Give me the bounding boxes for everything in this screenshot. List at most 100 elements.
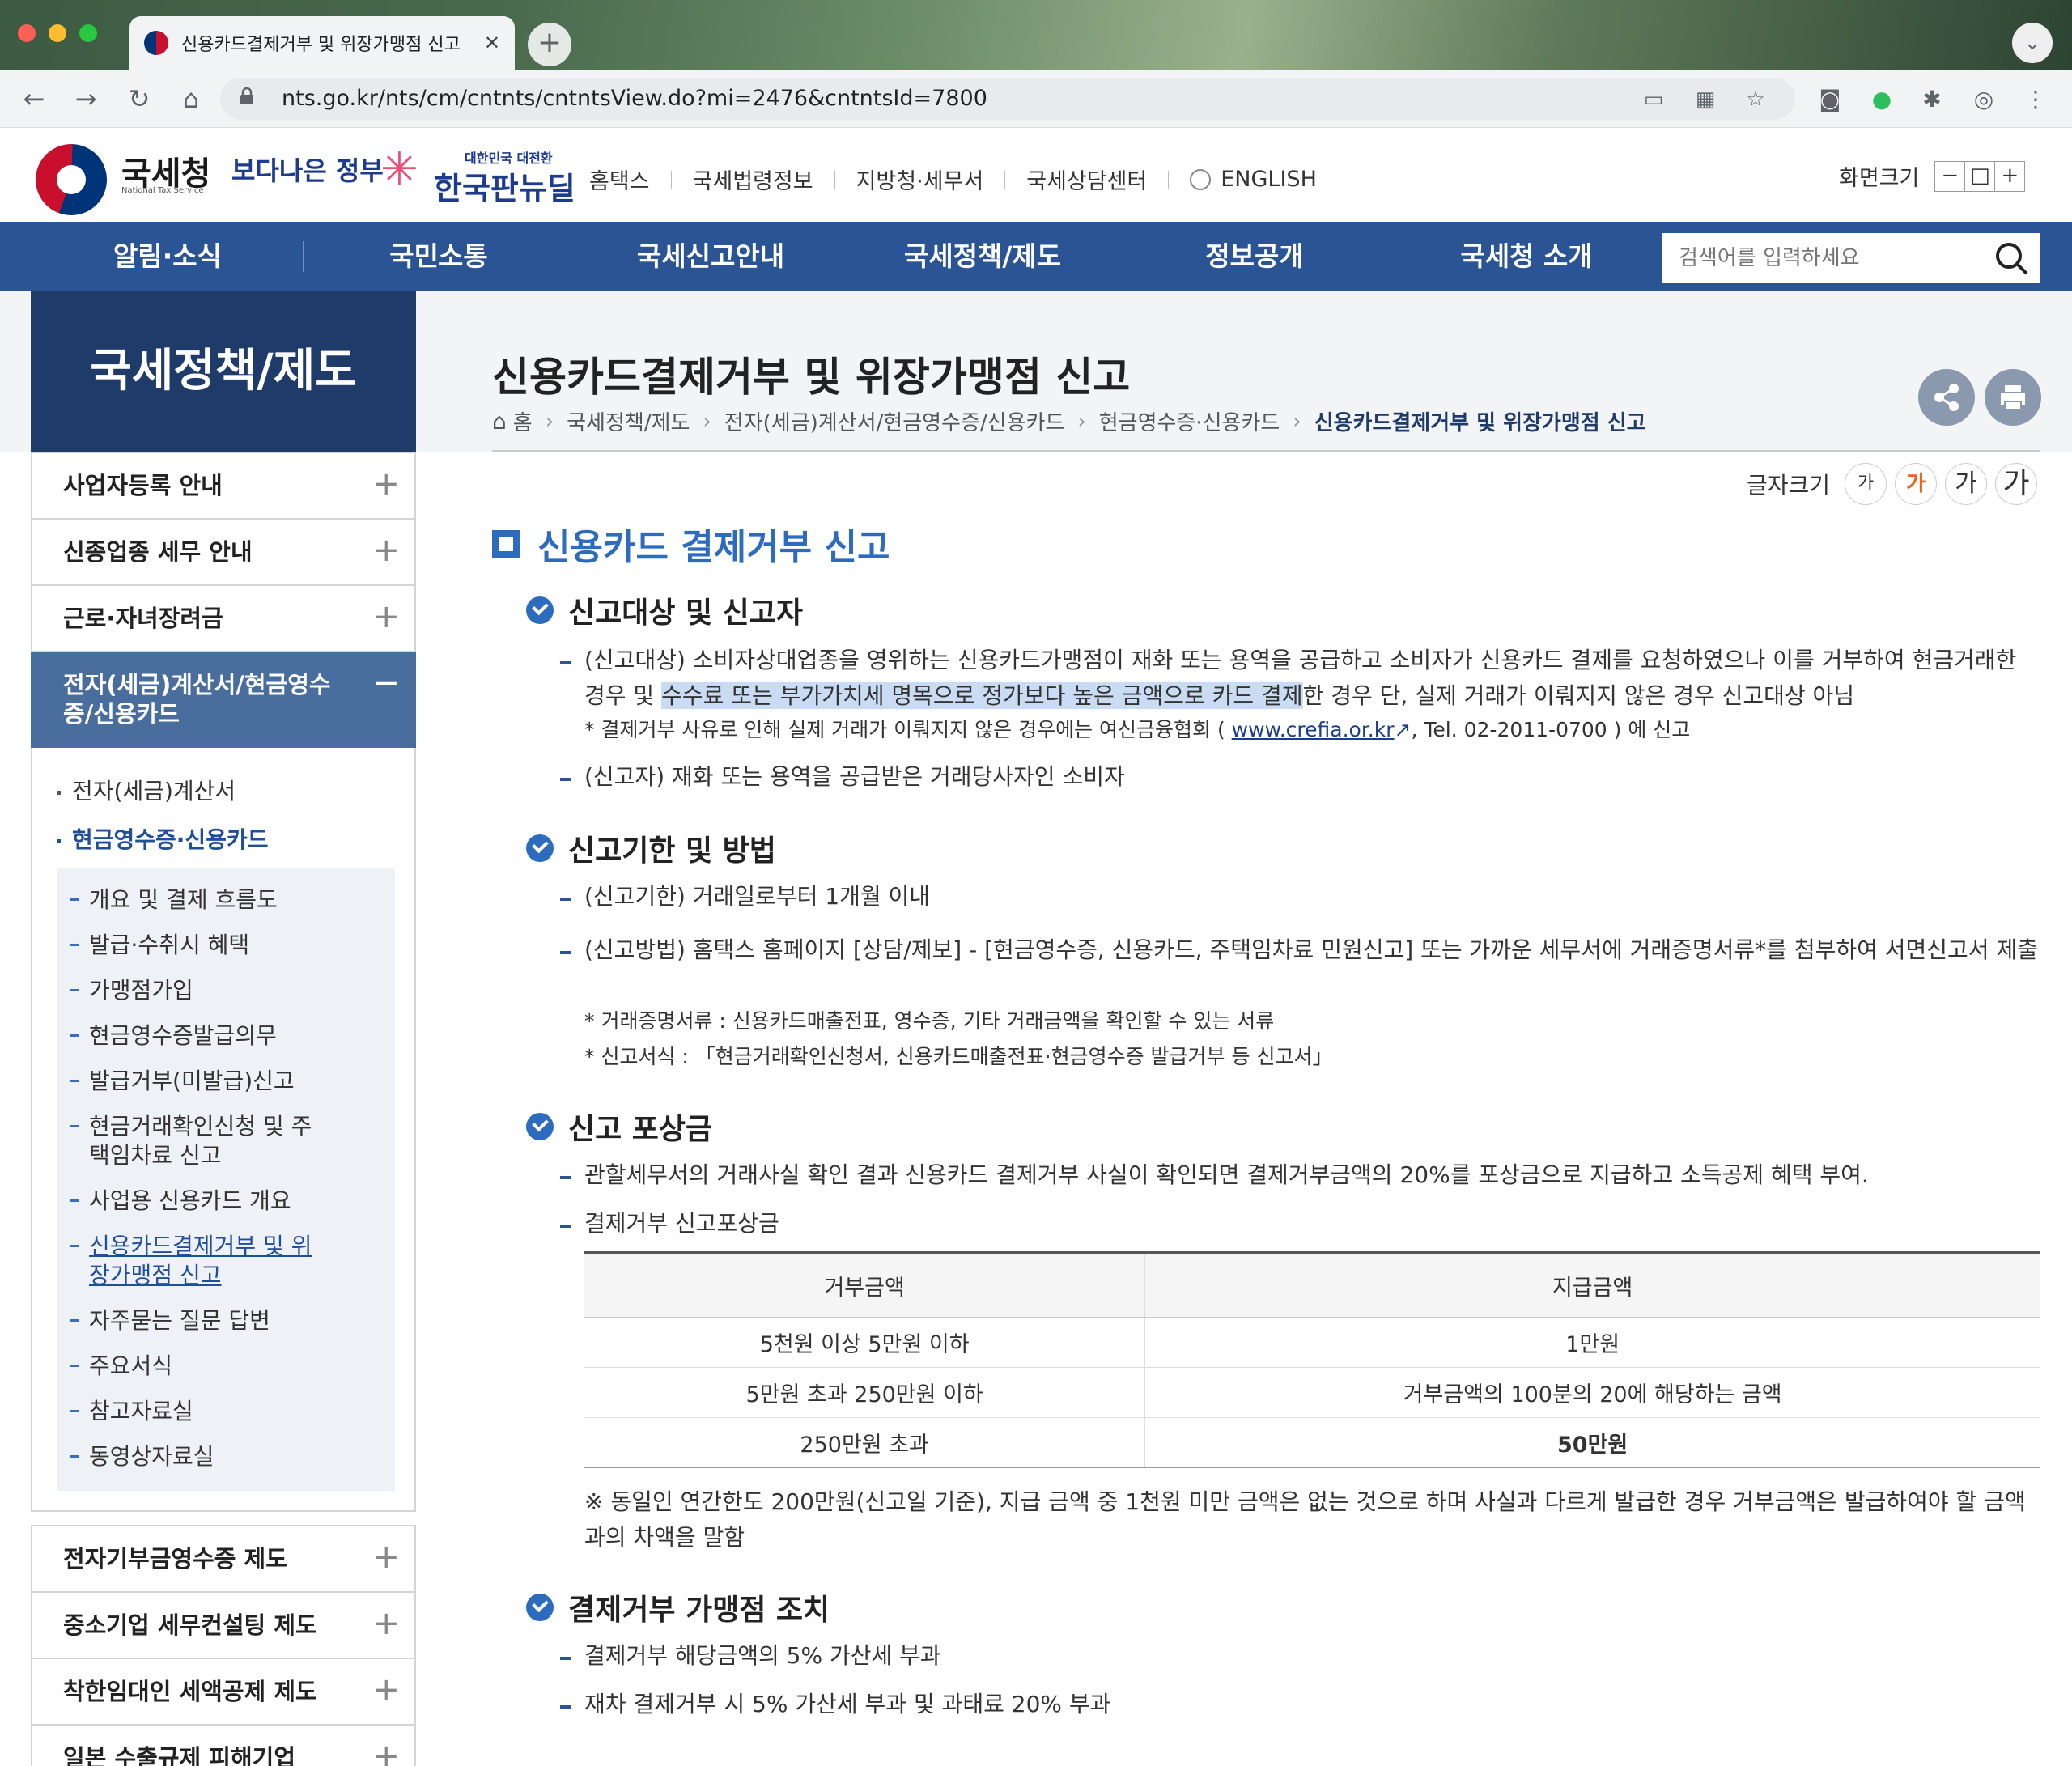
close-window-button[interactable] xyxy=(18,24,36,42)
font-size-smallest-button[interactable]: 가 xyxy=(1845,463,1887,505)
evernote-extension-icon[interactable]: ● xyxy=(1868,86,1896,113)
gov-logo[interactable]: 보다나은 정부 xyxy=(231,151,384,188)
maximize-window-button[interactable] xyxy=(79,24,97,42)
crefia-link[interactable]: www.crefia.or.kr xyxy=(1232,718,1395,741)
gnb-item-news[interactable]: 알림·소식 xyxy=(32,222,303,291)
lnb-sub3-label: 현금거래확인신청 및 주택임차료 신고 xyxy=(89,1113,312,1169)
minus-icon[interactable]: − xyxy=(372,667,400,699)
lnb-item-label: 근로·자녀장려금 xyxy=(63,605,223,632)
lnb-sub3-item[interactable]: 발급거부(미발급)신고 xyxy=(70,1059,384,1104)
home-icon[interactable]: ⌂ xyxy=(492,408,507,435)
zoom-out-button[interactable]: − xyxy=(1934,160,1966,192)
forward-icon[interactable]: → xyxy=(68,81,104,117)
check-circle-icon xyxy=(526,1113,554,1140)
util-link-english[interactable]: ENGLISH xyxy=(1221,167,1317,192)
lnb-sub3-label: 현금영수증발급의무 xyxy=(89,1022,277,1049)
lnb-sub3-item-current[interactable]: 신용카드결제거부 및 위장가맹점 신고 xyxy=(70,1224,312,1298)
lnb-item-sme-consulting[interactable]: 중소기업 세무컨설팅 제도 + xyxy=(31,1593,416,1659)
plus-icon[interactable]: + xyxy=(372,1541,400,1573)
divider xyxy=(1004,170,1006,189)
qr-code-icon[interactable]: ▦ xyxy=(1693,87,1717,112)
browser-tab-bar: 신용카드결제거부 및 위장가맹점 신고 ✕ + ⌄ xyxy=(0,0,2072,70)
lnb-item-good-landlord[interactable]: 착한임대인 세액공제 제도 + xyxy=(31,1659,416,1726)
lnb-sub3-item[interactable]: 참고자료실 xyxy=(70,1389,384,1434)
font-size-large-button[interactable]: 가 xyxy=(1945,463,1988,505)
search-input[interactable] xyxy=(1679,243,1970,274)
lnb-sub3-item[interactable]: 동영상자료실 xyxy=(70,1434,384,1479)
nts-emblem-logo[interactable] xyxy=(36,144,107,215)
lnb-item-business-registration[interactable]: 사업자등록 안내 + xyxy=(31,452,416,520)
menu-kebab-icon[interactable]: ⋮ xyxy=(2022,86,2049,113)
dash-bullet-icon xyxy=(560,898,571,901)
lnb-sub3-item[interactable]: 발급·수취시 혜택 xyxy=(70,923,384,968)
lnb-item-electronic-invoice[interactable]: 전자(세금)계산서/현금영수증/신용카드 − xyxy=(31,652,416,748)
lnb-sub3-item[interactable]: 사업용 신용카드 개요 xyxy=(70,1178,384,1224)
lnb-sub3-label: 발급·수취시 혜택 xyxy=(89,932,250,958)
search-icon[interactable] xyxy=(1994,241,2028,275)
util-link-offices[interactable]: 지방청·세무서 xyxy=(856,163,984,195)
lnb-sub3-item[interactable]: 자주묻는 질문 답변 xyxy=(70,1298,384,1344)
breadcrumb-home[interactable]: 홈 xyxy=(513,406,533,436)
gnb-item-communication[interactable]: 국민소통 xyxy=(303,222,575,291)
gnb-item-about[interactable]: 국세청 소개 xyxy=(1391,222,1662,291)
bookmark-star-icon[interactable]: ☆ xyxy=(1743,87,1768,112)
lnb-item-japan-export[interactable]: 일본 수출규제 피해기업 세정지원 + xyxy=(31,1726,416,1766)
chevron-right-icon: › xyxy=(703,409,711,434)
lnb-sub-item[interactable]: 전자(세금)계산서 xyxy=(57,767,395,816)
tab-search-icon[interactable]: ⌄ xyxy=(2012,23,2053,63)
home-icon[interactable]: ⌂ xyxy=(173,81,209,117)
tab-title: 신용카드결제거부 및 위장가맹점 신고 xyxy=(181,35,461,55)
newdeal-logo[interactable]: 한국판뉴딜 xyxy=(434,163,575,208)
camera-extension-icon[interactable]: ◙ xyxy=(1816,86,1844,113)
zoom-in-button[interactable]: + xyxy=(1994,160,2026,192)
lnb-sub-item-current[interactable]: 현금영수증·신용카드 xyxy=(57,816,395,864)
back-icon[interactable]: ← xyxy=(16,81,52,117)
profile-icon[interactable]: ◎ xyxy=(1970,86,1998,113)
lnb-sub3-item[interactable]: 현금영수증발급의무 xyxy=(70,1013,384,1059)
subsection-heading-text: 결제거부 가맹점 조치 xyxy=(568,1594,830,1627)
dash-icon xyxy=(70,1034,79,1037)
lnb-sub3-item[interactable]: 현금거래확인신청 및 주택임차료 신고 xyxy=(70,1104,312,1178)
reload-icon[interactable]: ↻ xyxy=(121,81,157,117)
plus-icon[interactable]: + xyxy=(372,1674,400,1706)
font-size-largest-button[interactable]: 가 xyxy=(1995,463,2038,505)
lnb-item-donation-receipt[interactable]: 전자기부금영수증 제도 + xyxy=(31,1525,416,1593)
breadcrumb-item[interactable]: 전자(세금)계산서/현금영수증/신용카드 xyxy=(724,406,1065,436)
util-link-law-info[interactable]: 국세법령정보 xyxy=(693,163,813,195)
lnb-sub3-item[interactable]: 주요서식 xyxy=(70,1344,384,1389)
external-link-icon: ↗ xyxy=(1394,718,1412,741)
lnb-item-new-business[interactable]: 신종업종 세무 안내 + xyxy=(31,520,416,586)
share-button[interactable] xyxy=(1918,369,1975,426)
gnb-item-tax-filing[interactable]: 국세신고안내 xyxy=(575,222,847,291)
dash-icon xyxy=(70,1199,79,1202)
util-link-hometax[interactable]: 홈택스 xyxy=(589,163,650,195)
gnb-item-disclosure[interactable]: 정보공개 xyxy=(1119,222,1391,291)
dash-icon xyxy=(70,1125,79,1127)
lnb-item-incentive[interactable]: 근로·자녀장려금 + xyxy=(31,586,416,652)
extensions-puzzle-icon[interactable]: ✱ xyxy=(1918,86,1946,113)
lnb-sub3-item[interactable]: 가맹점가입 xyxy=(70,968,384,1013)
plus-icon[interactable]: + xyxy=(372,534,400,567)
plus-icon[interactable]: + xyxy=(372,1740,400,1766)
dash-icon xyxy=(70,989,79,991)
font-size-default-button[interactable]: 가 xyxy=(1895,463,1938,505)
screen-zoom-control: 화면크기 − □ + xyxy=(1839,160,2026,192)
print-button[interactable] xyxy=(1985,369,2041,426)
zoom-reset-button[interactable]: □ xyxy=(1964,160,1996,192)
gnb-item-tax-policy[interactable]: 국세정책/제도 xyxy=(847,222,1119,291)
minimize-window-button[interactable] xyxy=(49,24,66,42)
cast-icon[interactable]: ▭ xyxy=(1641,87,1666,112)
util-link-counsel-center[interactable]: 국세상담센터 xyxy=(1026,163,1147,195)
breadcrumb-item[interactable]: 현금영수증·신용카드 xyxy=(1099,406,1280,436)
dash-icon xyxy=(70,1365,79,1367)
plus-icon[interactable]: + xyxy=(372,1607,400,1640)
browser-tab[interactable]: 신용카드결제거부 및 위장가맹점 신고 ✕ xyxy=(130,16,515,70)
address-bar[interactable]: nts.go.kr/nts/cm/cntnts/cntntsView.do?mi… xyxy=(220,78,1795,120)
plus-icon[interactable]: + xyxy=(372,601,400,633)
lnb-sub3-item[interactable]: 개요 및 결제 흐름도 xyxy=(70,877,384,923)
tab-close-icon[interactable]: ✕ xyxy=(484,32,500,54)
new-tab-button[interactable]: + xyxy=(528,23,571,66)
plus-icon[interactable]: + xyxy=(372,468,400,500)
breadcrumb-item[interactable]: 국세정책/제도 xyxy=(567,406,690,436)
table-header-cell: 거부금액 xyxy=(584,1251,1145,1318)
